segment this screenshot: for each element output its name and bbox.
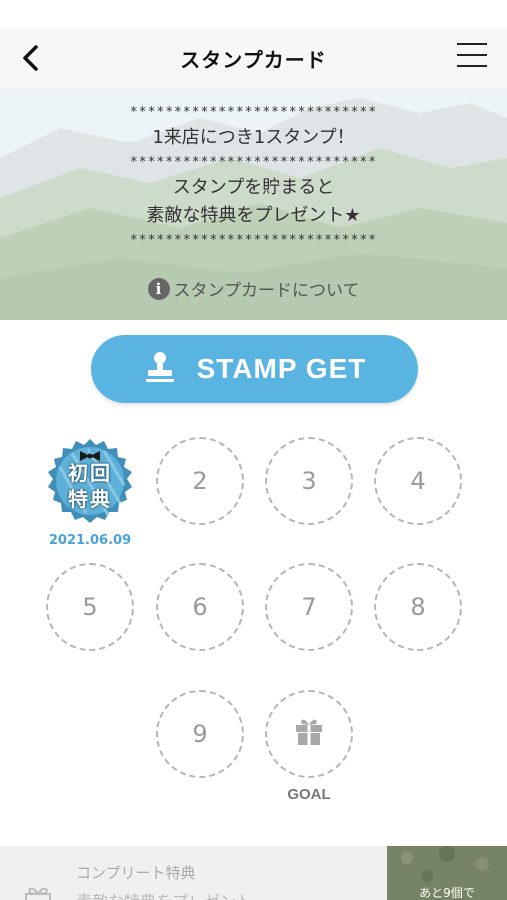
stamp-get-button[interactable]: STAMP GET: [91, 335, 418, 403]
chevron-left-icon[interactable]: [14, 40, 50, 76]
hero-text: **************************** 1来店につき1スタンプ…: [0, 102, 507, 252]
nav-bar: スタンプカード: [0, 28, 507, 88]
stars-divider: ****************************: [129, 233, 378, 248]
about-stamp-card-link[interactable]: i スタンプカードについて: [0, 276, 507, 301]
stamp-slot: 2: [156, 437, 244, 525]
gift-outline-icon: [24, 886, 52, 900]
stars-divider: ****************************: [129, 155, 378, 170]
hero-line-2: スタンプを貯まると: [172, 177, 335, 198]
goal-label: GOAL: [287, 786, 331, 803]
stamp-date: 2021.06.09: [48, 533, 132, 548]
page-title: スタンプカード: [180, 47, 327, 72]
info-icon: i: [147, 277, 170, 300]
goal-slot: [265, 690, 353, 778]
hamburger-menu-icon[interactable]: [455, 43, 489, 73]
complete-reward-panel[interactable]: コンプリート特典 素敵な特典をプレゼント あと9個で: [0, 846, 507, 900]
stamp-slot: 6: [156, 563, 244, 651]
hero-line-1: 1来店につき1スタンプ！: [152, 127, 355, 148]
stamp-slot: 7: [265, 563, 353, 651]
stamp-label-top: 初回: [68, 461, 112, 485]
hero-line-3: 素敵な特典をプレゼント★: [146, 205, 361, 226]
stamp-get-label: STAMP GET: [196, 353, 367, 384]
stamp-slot: 9: [156, 690, 244, 778]
stamp-icon: [143, 350, 177, 388]
stamp-slot: 8: [374, 563, 462, 651]
about-label: スタンプカードについて: [173, 281, 360, 301]
status-bar: [0, 0, 507, 28]
stars-divider: ****************************: [129, 105, 378, 120]
collected-stamp: 初回 特典: [46, 437, 134, 525]
stamp-slot: 5: [46, 563, 134, 651]
stamp-slot: 4: [374, 437, 462, 525]
hero-banner: **************************** 1来店につき1スタンプ…: [0, 88, 507, 320]
stamp-slot: 3: [265, 437, 353, 525]
complete-reward-subtitle: 素敵な特典をプレゼント: [76, 888, 252, 900]
reward-thumbnail: あと9個で: [387, 846, 507, 900]
gift-icon: [293, 715, 325, 753]
remaining-count: あと9個で: [419, 886, 475, 900]
stamp-label-bottom: 特典: [68, 487, 112, 511]
complete-reward-title: コンプリート特典: [76, 864, 196, 882]
